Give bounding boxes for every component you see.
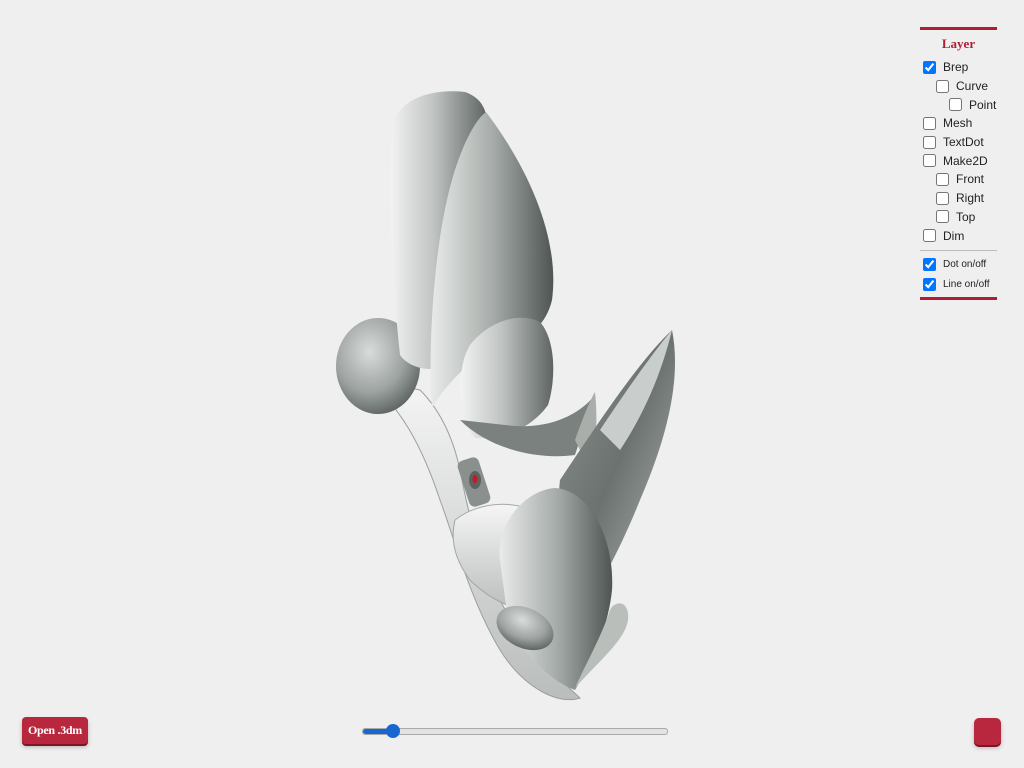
layer-mesh[interactable]: Mesh [920, 114, 997, 133]
layer-make2d[interactable]: Make2D [920, 151, 997, 170]
layer-right[interactable]: Right [920, 189, 997, 208]
layer-dim[interactable]: Dim [920, 226, 997, 245]
line-toggle-label: Line on/off [943, 279, 990, 291]
layer-top-checkbox[interactable] [936, 210, 949, 224]
stop-button[interactable] [974, 718, 1001, 745]
layer-brep-label: Brep [943, 60, 969, 75]
layer-point-label: Point [969, 97, 997, 112]
layer-brep[interactable]: Brep [920, 58, 997, 77]
brep-model [336, 91, 676, 701]
layer-top[interactable]: Top [920, 208, 997, 227]
line-toggle-checkbox[interactable] [923, 278, 936, 292]
panel-divider [920, 249, 997, 251]
layer-front-checkbox[interactable] [936, 172, 949, 186]
layer-top-label: Top [956, 209, 976, 224]
layer-panel: Layer Brep Curve Point Mesh TextDot Make… [920, 27, 997, 300]
layer-curve-label: Curve [956, 79, 989, 94]
line-toggle[interactable]: Line on/off [920, 275, 997, 295]
layer-front[interactable]: Front [920, 170, 997, 189]
layer-textdot-label: TextDot [943, 135, 984, 150]
layer-curve-checkbox[interactable] [936, 79, 949, 93]
layer-curve[interactable]: Curve [920, 77, 997, 96]
layer-panel-title: Layer [941, 36, 976, 51]
dot-toggle[interactable]: Dot on/off [920, 255, 997, 275]
layer-brep-checkbox[interactable] [923, 60, 936, 74]
layer-front-label: Front [956, 172, 985, 187]
layer-make2d-checkbox[interactable] [923, 154, 936, 168]
layer-textdot[interactable]: TextDot [920, 133, 997, 152]
layer-right-checkbox[interactable] [936, 191, 949, 205]
layer-dim-label: Dim [943, 228, 965, 243]
layer-point-checkbox[interactable] [949, 98, 962, 112]
3d-viewport[interactable] [0, 0, 1024, 768]
layer-mesh-checkbox[interactable] [923, 116, 936, 130]
layer-right-label: Right [956, 191, 985, 206]
layer-make2d-label: Make2D [943, 153, 988, 168]
layer-mesh-label: Mesh [943, 116, 973, 131]
layer-textdot-checkbox[interactable] [923, 135, 936, 149]
view-slider[interactable] [362, 724, 668, 738]
layer-point[interactable]: Point [920, 95, 997, 114]
dot-toggle-label: Dot on/off [943, 259, 987, 271]
layer-dim-checkbox[interactable] [923, 229, 936, 243]
dot-toggle-checkbox[interactable] [923, 258, 936, 272]
open-3dm-button[interactable]: Open .3dm [22, 717, 88, 744]
